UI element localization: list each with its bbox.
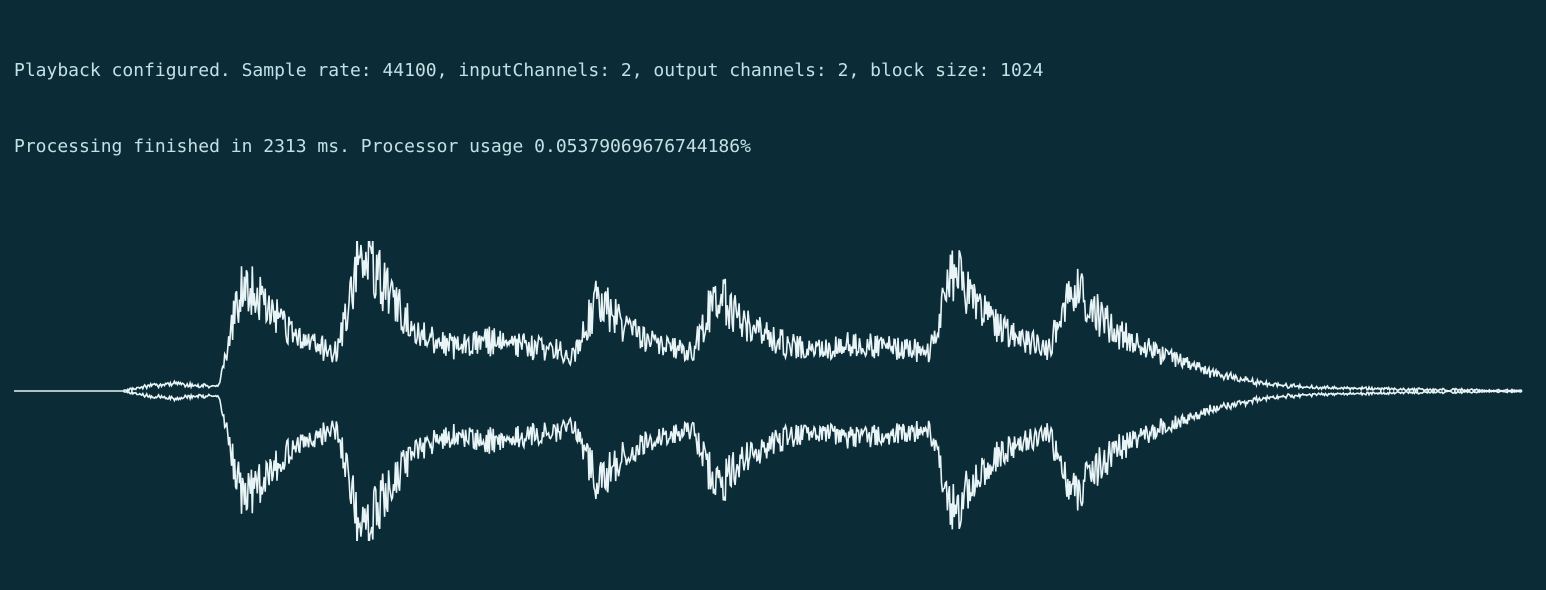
waveform-svg (14, 241, 1532, 541)
status-line-processing: Processing finished in 2313 ms. Processo… (14, 134, 1532, 159)
status-line-playback: Playback configured. Sample rate: 44100,… (14, 58, 1532, 83)
terminal-output: Playback configured. Sample rate: 44100,… (0, 0, 1546, 590)
waveform-display (14, 241, 1532, 541)
